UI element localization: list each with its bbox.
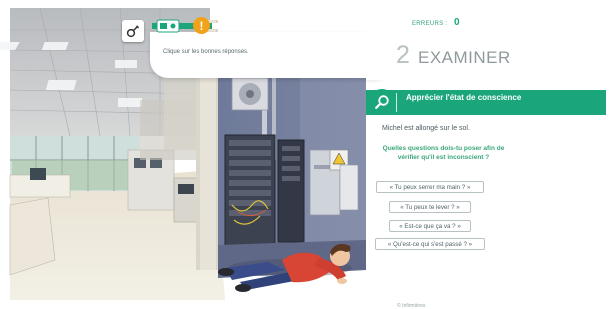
answer-option-1[interactable]: « Tu peux serrer ma main ? »	[376, 181, 484, 193]
errors-label: ERREURS :	[412, 21, 448, 27]
gear-icon	[126, 24, 140, 38]
step-title: EXAMINER	[418, 48, 511, 67]
situation-statement: Michel est allongé sur le sol.	[382, 125, 470, 132]
progress-bar	[152, 18, 390, 34]
question-text: Quelles questions dois-tu poser afin de …	[382, 145, 505, 161]
answer-option-3[interactable]: « Est-ce que ça va ? »	[389, 220, 471, 232]
step-number: 2	[396, 41, 410, 69]
instruction-banner	[150, 32, 392, 78]
search-icon	[369, 89, 395, 115]
step-panel: ERREURS : 0 2 EXAMINER Apprécier l'état …	[366, 0, 606, 309]
errors-count: 0	[454, 17, 460, 28]
frame-edge	[606, 0, 612, 309]
tool-button[interactable]	[122, 20, 144, 42]
answer-option-4[interactable]: « Qu'est-ce qui s'est passé ? »	[375, 238, 485, 250]
header-divider	[396, 93, 397, 112]
section-title: Apprécier l'état de conscience	[406, 93, 522, 102]
exclamation-icon[interactable]: !	[193, 17, 210, 34]
flag-icon	[156, 18, 182, 34]
answer-option-2[interactable]: « Tu peux te lever ? »	[389, 201, 471, 213]
instruction-text: Clique sur les bonnes réponses.	[163, 49, 249, 55]
game-screen: Clique sur les bonnes réponses. ! ERREUR…	[0, 0, 612, 309]
copyright-text: © Infirmières	[397, 303, 426, 309]
